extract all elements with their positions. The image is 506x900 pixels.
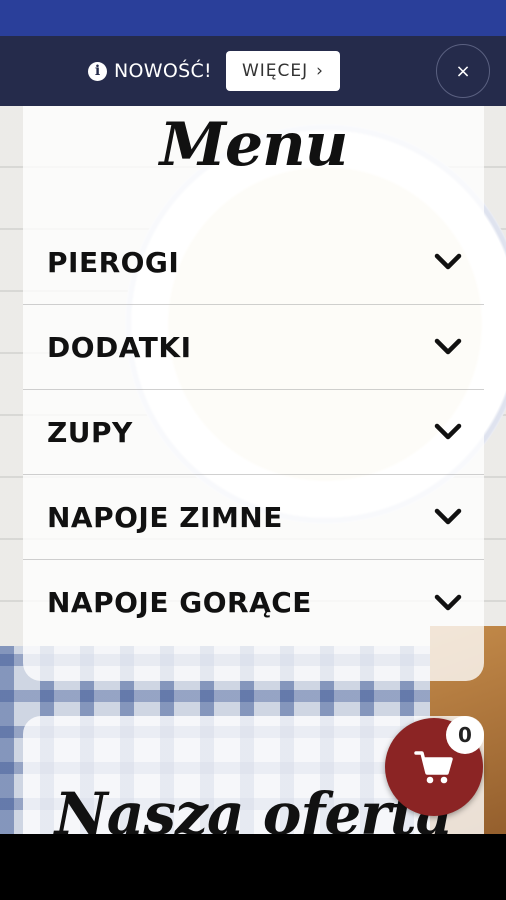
news-label: NOWOŚĆ!	[114, 60, 212, 82]
menu-category-zupy[interactable]: ZUPY	[23, 390, 484, 475]
menu-category-napoje-zimne[interactable]: NAPOJE ZIMNE	[23, 475, 484, 560]
chevron-down-icon	[434, 423, 462, 440]
status-bar	[0, 0, 506, 36]
menu-category-label: ZUPY	[47, 415, 133, 449]
news-banner-content: i NOWOŚĆ! WIĘCEJ ›	[88, 50, 340, 92]
chevron-down-icon	[434, 253, 462, 270]
menu-category-dodatki[interactable]: DODATKI	[23, 305, 484, 390]
menu-card: Menu PIEROGI DODATKI ZUPY NAPOJE ZIMNE N…	[23, 106, 484, 681]
close-banner-button[interactable]: ×	[436, 44, 490, 98]
close-icon: ×	[455, 60, 471, 82]
news-banner: i NOWOŚĆ! WIĘCEJ › ×	[0, 36, 506, 106]
menu-category-label: DODATKI	[47, 330, 192, 364]
chevron-down-icon	[434, 338, 462, 355]
menu-category-napoje-gorace[interactable]: NAPOJE GORĄCE	[23, 560, 484, 645]
navigation-bar	[0, 834, 506, 900]
more-button[interactable]: WIĘCEJ ›	[225, 51, 340, 91]
menu-title: Menu	[159, 110, 349, 180]
menu-category-label: NAPOJE ZIMNE	[47, 500, 283, 534]
more-button-label: WIĘCEJ	[241, 61, 309, 81]
chevron-down-icon	[434, 594, 462, 610]
chevron-down-icon	[434, 508, 462, 525]
info-icon: i	[88, 61, 107, 81]
chevron-right-icon: ›	[316, 61, 324, 81]
menu-category-label: NAPOJE GORĄCE	[47, 586, 312, 619]
cart-count-badge: 0	[446, 716, 484, 754]
shopping-cart-icon	[414, 751, 453, 784]
menu-category-pierogi[interactable]: PIEROGI	[23, 220, 484, 305]
menu-category-list: PIEROGI DODATKI ZUPY NAPOJE ZIMNE NAPOJE…	[23, 220, 484, 645]
menu-category-label: PIEROGI	[47, 245, 180, 279]
